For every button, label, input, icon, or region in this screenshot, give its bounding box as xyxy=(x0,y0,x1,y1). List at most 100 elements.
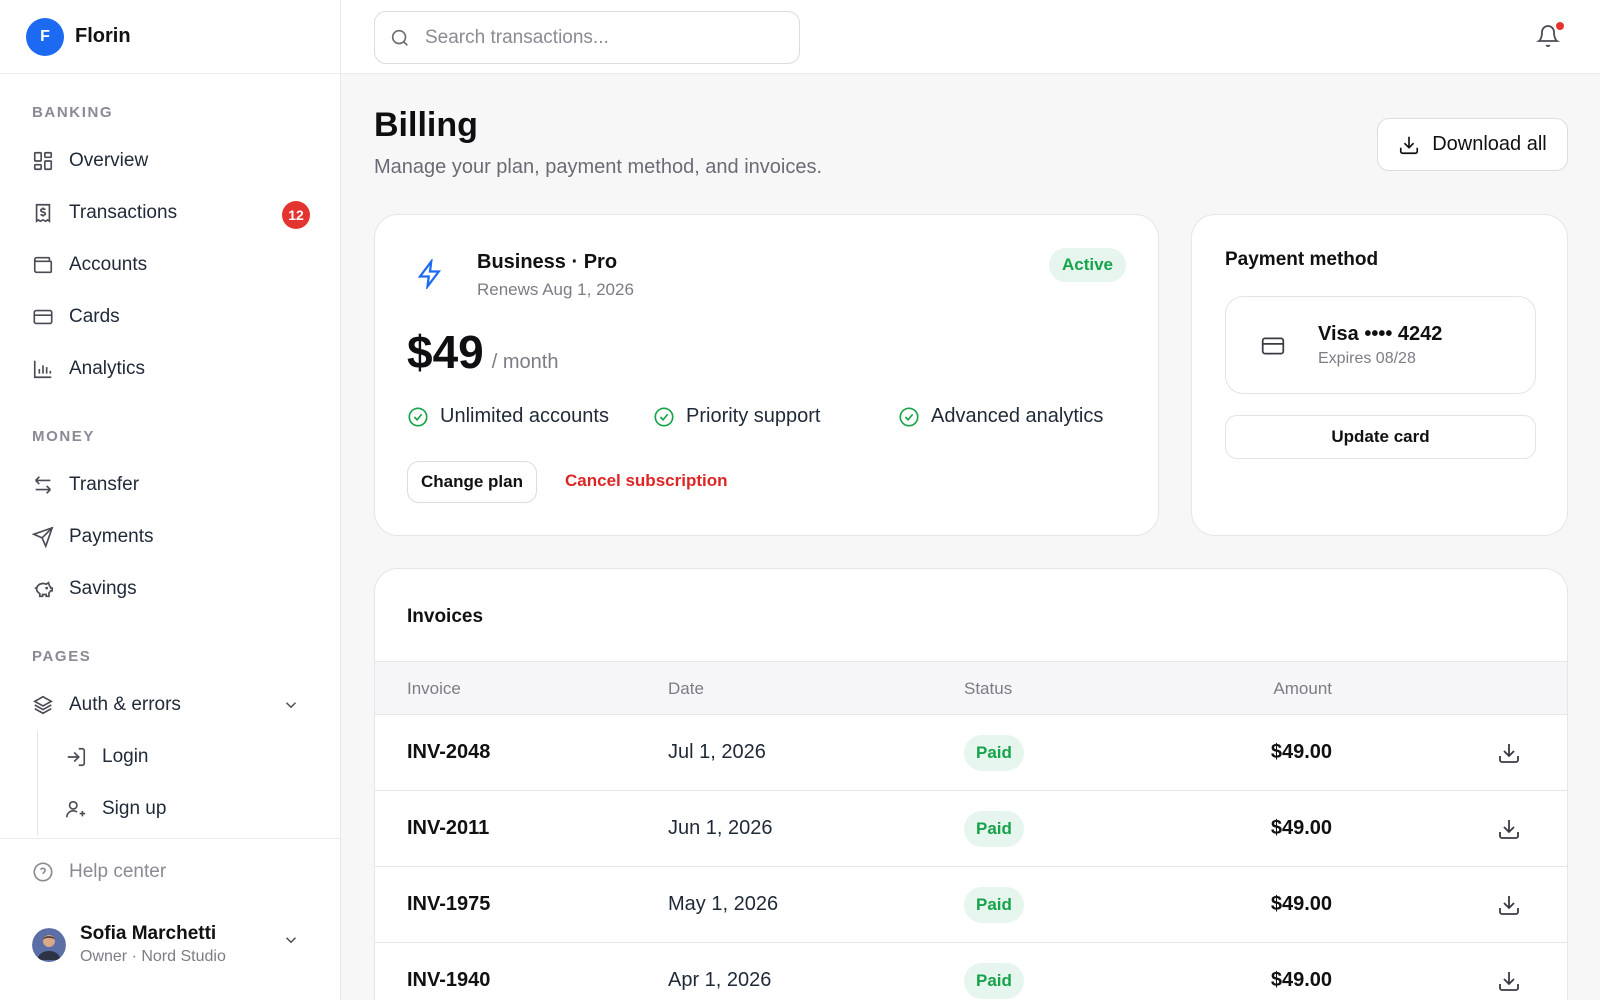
invoice-id: INV-2011 xyxy=(407,817,490,839)
table-row[interactable]: INV-1975 May 1, 2026 Paid $49.00 xyxy=(375,867,1567,943)
plan-renewal-date: Renews Aug 1, 2026 xyxy=(477,280,634,299)
plan-feature-label: Unlimited accounts xyxy=(440,405,609,427)
plan-feature: Unlimited accounts xyxy=(407,405,609,428)
column-header-status: Status xyxy=(964,679,1013,698)
receipt-icon xyxy=(32,202,54,224)
sidebar-item-overview[interactable]: Overview xyxy=(32,141,310,181)
invoice-id: INV-1940 xyxy=(407,969,491,991)
piggy-bank-icon xyxy=(32,578,54,600)
sidebar-item-accounts[interactable]: Accounts xyxy=(32,245,310,285)
invoices-title: Invoices xyxy=(407,606,484,627)
notification-dot xyxy=(1555,21,1565,31)
table-row[interactable]: INV-2048 Jul 1, 2026 Paid $49.00 xyxy=(375,715,1567,791)
price-amount: $49 xyxy=(407,326,484,378)
invoices-card: Invoices Invoice Date Status Amount INV-… xyxy=(374,568,1568,1000)
table-row[interactable]: INV-2011 Jun 1, 2026 Paid $49.00 xyxy=(375,791,1567,867)
sidebar-item-cards[interactable]: Cards xyxy=(32,297,310,337)
avatar xyxy=(32,927,66,962)
status-badge: Paid xyxy=(964,887,1024,923)
sidebar-item-label: Login xyxy=(102,746,149,767)
credit-card-icon xyxy=(1260,333,1286,359)
search-box[interactable] xyxy=(374,11,800,64)
nav-section-money: MONEY xyxy=(32,428,96,445)
status-badge: Paid xyxy=(964,735,1024,771)
check-circle-icon xyxy=(653,406,675,428)
sidebar-item-savings[interactable]: Savings xyxy=(32,569,310,609)
sidebar-item-analytics[interactable]: Analytics xyxy=(32,349,310,389)
help-center-link[interactable]: Help center xyxy=(32,861,166,883)
sidebar-item-payments[interactable]: Payments xyxy=(32,517,310,557)
saved-card: Visa •••• 4242 Expires 08/28 xyxy=(1225,296,1536,394)
download-icon xyxy=(1398,134,1420,156)
check-circle-icon xyxy=(407,406,429,428)
check-circle-icon xyxy=(898,406,920,428)
submenu-guide-line xyxy=(37,731,38,835)
credit-card-icon xyxy=(32,306,54,328)
status-badge: Paid xyxy=(964,963,1024,999)
brand-name: Florin xyxy=(75,25,131,47)
update-card-button[interactable]: Update card xyxy=(1225,415,1536,459)
invoice-amount: $49.00 xyxy=(1270,817,1332,839)
lightning-icon xyxy=(415,259,445,289)
download-icon[interactable] xyxy=(1497,969,1521,993)
payment-method-title: Payment method xyxy=(1225,249,1379,270)
sidebar-item-label: Auth & errors xyxy=(69,694,181,715)
sidebar-item-label: Payments xyxy=(69,526,154,547)
invoice-date: Jun 1, 2026 xyxy=(668,817,773,839)
layers-icon xyxy=(32,694,54,716)
sidebar-item-label: Overview xyxy=(69,150,149,171)
search-input[interactable] xyxy=(425,26,765,49)
sidebar-item-label: Transfer xyxy=(69,474,140,495)
sidebar-item-sign-up[interactable]: Sign up xyxy=(65,789,310,829)
download-all-button[interactable]: Download all xyxy=(1377,118,1568,171)
brand[interactable]: F Florin xyxy=(0,0,340,74)
change-plan-button[interactable]: Change plan xyxy=(407,461,537,503)
cancel-subscription-button[interactable]: Cancel subscription xyxy=(565,471,727,491)
invoice-amount: $49.00 xyxy=(1270,893,1332,915)
download-all-label: Download all xyxy=(1432,133,1547,155)
payment-method-card: Payment method Visa •••• 4242 Expires 08… xyxy=(1191,214,1568,536)
download-icon[interactable] xyxy=(1497,741,1521,765)
brand-logo: F xyxy=(26,17,64,56)
sidebar-item-transfer[interactable]: Transfer xyxy=(32,465,310,505)
price-period: / month xyxy=(491,351,559,373)
user-name: Sofia Marchetti xyxy=(80,923,217,944)
chevron-down-icon[interactable] xyxy=(282,931,300,949)
plan-feature: Advanced analytics xyxy=(898,405,1103,428)
chevron-down-icon[interactable] xyxy=(282,696,300,714)
send-icon xyxy=(32,526,54,548)
table-header: Invoice Date Status Amount xyxy=(375,661,1567,715)
table-row[interactable]: INV-1940 Apr 1, 2026 Paid $49.00 xyxy=(375,943,1567,1000)
download-icon[interactable] xyxy=(1497,817,1521,841)
invoice-date: May 1, 2026 xyxy=(668,893,779,915)
plan-status-badge: Active xyxy=(1048,248,1126,282)
user-plus-icon xyxy=(65,798,87,820)
status-badge: Paid xyxy=(964,811,1024,847)
sidebar-item-label: Cards xyxy=(69,306,120,327)
card-expiry: Expires 08/28 xyxy=(1318,350,1416,367)
sidebar-item-label: Savings xyxy=(69,578,137,599)
invoice-amount: $49.00 xyxy=(1270,969,1332,991)
sidebar-item-transactions[interactable]: Transactions 12 xyxy=(32,193,310,233)
download-icon[interactable] xyxy=(1497,893,1521,917)
plan-name: Business · Pro xyxy=(477,251,618,273)
nav-section-pages: PAGES xyxy=(32,648,92,665)
invoice-id: INV-2048 xyxy=(407,741,491,763)
column-header-invoice: Invoice xyxy=(407,679,461,698)
column-header-amount: Amount xyxy=(1273,679,1332,698)
plan-card: Business · Pro Renews Aug 1, 2026 Active… xyxy=(374,214,1159,536)
topbar xyxy=(341,0,1600,74)
sidebar-item-auth-errors[interactable]: Auth & errors xyxy=(32,685,310,725)
help-center-label: Help center xyxy=(69,861,167,882)
sidebar: F Florin BANKING Overview Transactions 1… xyxy=(0,0,341,1000)
arrows-swap-icon xyxy=(32,474,54,496)
invoice-id: INV-1975 xyxy=(407,893,491,915)
sidebar-item-login[interactable]: Login xyxy=(65,737,310,777)
user-menu[interactable]: Sofia Marchetti Owner · Nord Studio xyxy=(32,923,310,966)
card-number: Visa •••• 4242 xyxy=(1318,323,1443,345)
wallet-icon xyxy=(32,254,54,276)
sidebar-item-label: Sign up xyxy=(102,798,167,819)
transactions-count-badge: 12 xyxy=(282,201,310,229)
search-icon xyxy=(389,27,411,49)
plan-feature-label: Advanced analytics xyxy=(931,405,1104,427)
